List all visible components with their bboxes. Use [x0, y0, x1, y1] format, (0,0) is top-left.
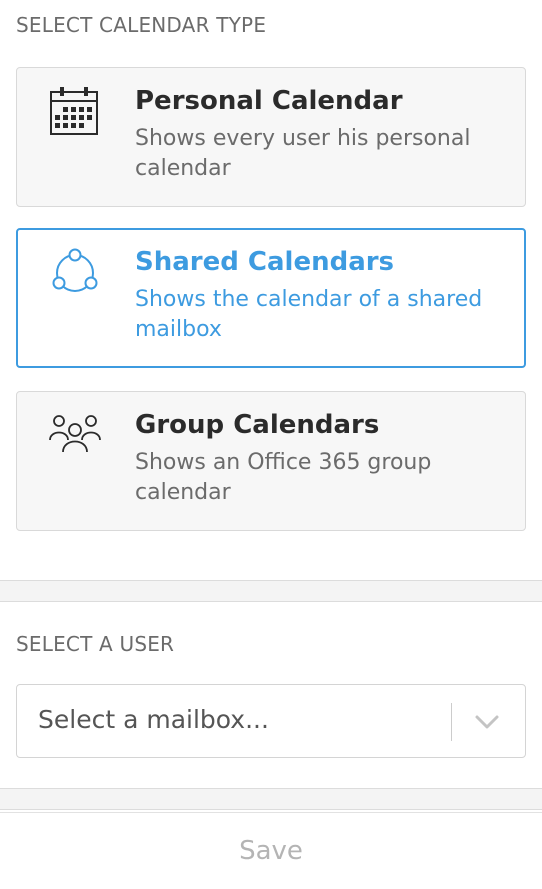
footer-divider: [0, 788, 542, 810]
personal-calendar-description: Shows every user his personal calendar: [135, 126, 471, 181]
select-separator: [451, 703, 452, 741]
mailbox-select-placeholder: Select a mailbox...: [38, 705, 269, 734]
group-calendars-title: Group Calendars: [135, 410, 380, 440]
personal-calendar-title: Personal Calendar: [135, 86, 403, 116]
section-divider: [0, 580, 542, 602]
calendar-type-heading: SELECT CALENDAR TYPE: [16, 13, 267, 37]
chevron-down-icon[interactable]: [474, 711, 500, 733]
shared-calendars-title: Shared Calendars: [135, 247, 395, 277]
mailbox-select[interactable]: Select a mailbox...: [16, 684, 526, 758]
group-icon: [49, 410, 101, 462]
group-calendars-description: Shows an Office 365 group calendar: [135, 450, 432, 505]
calendar-icon: [49, 86, 101, 138]
group-calendars-option[interactable]: Group Calendars Shows an Office 365 grou…: [16, 391, 526, 531]
personal-calendar-option[interactable]: Personal Calendar Shows every user his p…: [16, 67, 526, 207]
save-button[interactable]: Save: [0, 812, 542, 888]
share-icon: [49, 247, 101, 299]
shared-calendars-option[interactable]: Shared Calendars Shows the calendar of a…: [16, 228, 526, 368]
select-user-heading: SELECT A USER: [16, 632, 175, 656]
shared-calendars-description: Shows the calendar of a shared mailbox: [135, 287, 483, 342]
